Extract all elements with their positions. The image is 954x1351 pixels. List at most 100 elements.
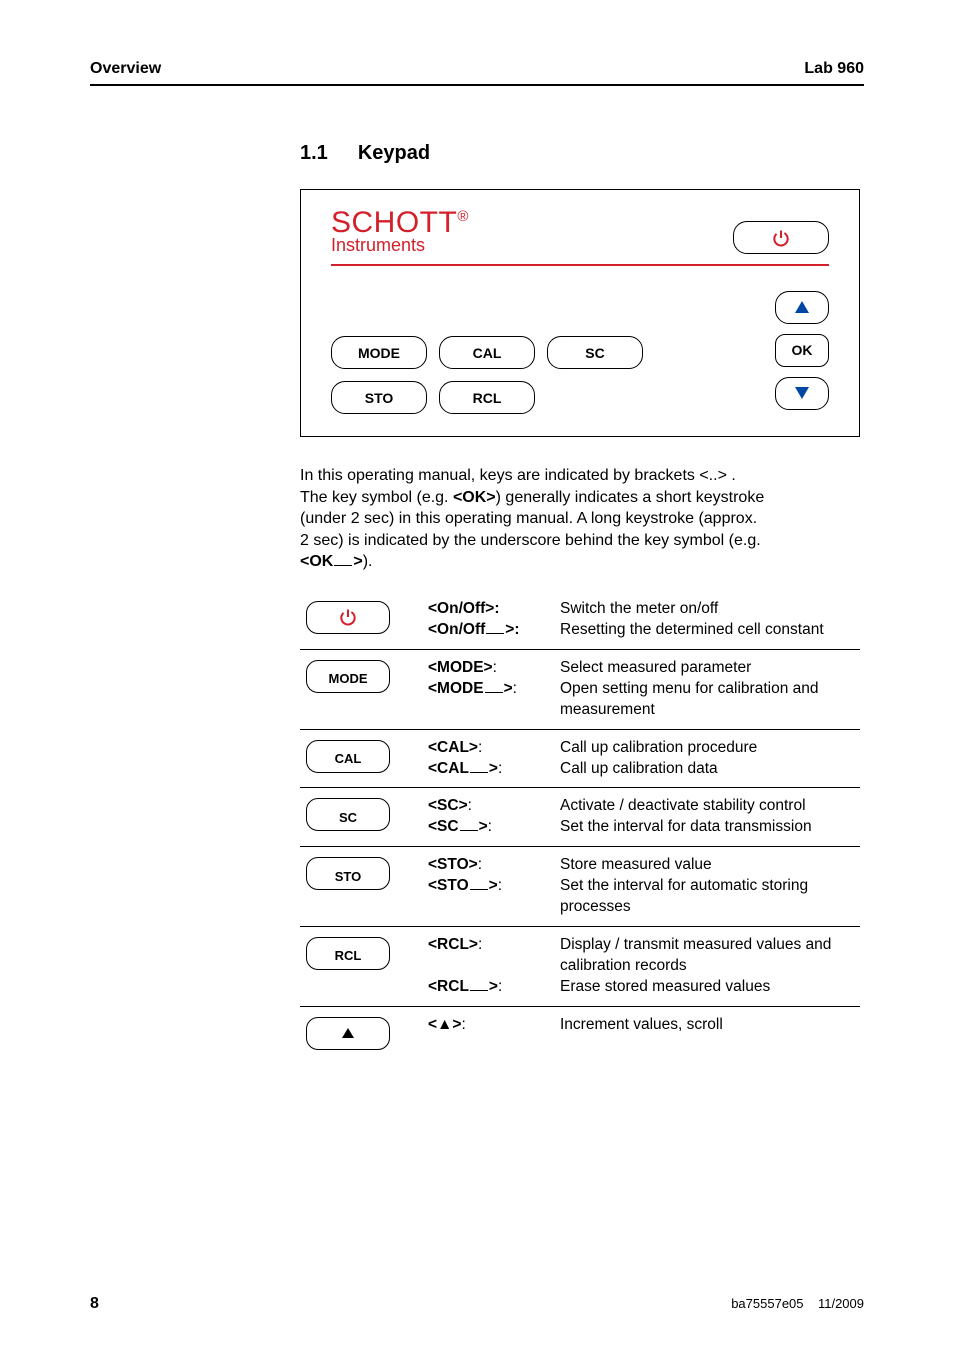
para-line1: In this operating manual, keys are indic… [300, 467, 736, 484]
mini-key-label: RCL [335, 947, 362, 965]
key-function-table: <On/Off>: <On/Off>: Switch the meter on/… [300, 591, 860, 1058]
sto-button[interactable]: STO [331, 381, 427, 414]
doc-id-code: ba75557e05 [731, 1296, 803, 1311]
section-number: 1.1 [300, 142, 328, 165]
cal-button-label: CAL [473, 345, 502, 361]
desc-long: Open setting menu for calibration and me… [560, 680, 819, 718]
table-row: <On/Off>: <On/Off>: Switch the meter on/… [300, 591, 860, 649]
rcl-button[interactable]: RCL [439, 381, 535, 414]
symbol-long-post: > [489, 877, 498, 894]
up-key-icon [306, 1017, 390, 1050]
brand-logo: SCHOTT® Instruments [331, 208, 469, 254]
mode-button-label: MODE [358, 345, 400, 361]
section-title: Keypad [358, 142, 430, 165]
symbol-long-pre: <MODE [428, 680, 484, 697]
intro-paragraph: In this operating manual, keys are indic… [300, 465, 860, 573]
sto-key-icon: STO [306, 857, 390, 890]
desc-short: Display / transmit measured values and c… [560, 936, 831, 974]
para-l3: (under 2 sec) in this operating manual. … [300, 510, 757, 527]
keypad-diagram: SCHOTT® Instruments MODE CAL SC S [300, 189, 860, 437]
desc-long: Call up calibration data [560, 760, 718, 777]
symbol-long-post: > [489, 760, 498, 777]
underscore-icon [470, 889, 488, 890]
sc-button-label: SC [585, 345, 604, 361]
desc-short: Activate / deactivate stability control [560, 797, 806, 814]
rcl-key-icon: RCL [306, 937, 390, 970]
symbol-long-pre: <CAL [428, 760, 469, 777]
symbol-long-pre: <SC [428, 818, 459, 835]
section-heading: 1.1 Keypad [300, 142, 864, 165]
header-left: Overview [90, 60, 161, 78]
desc-long: Resetting the determined cell constant [560, 621, 824, 638]
triangle-up-icon [342, 1028, 354, 1038]
desc-short: Select measured parameter [560, 659, 751, 676]
cal-button[interactable]: CAL [439, 336, 535, 369]
symbol-long-pre: <STO [428, 877, 469, 894]
symbol-long-pre: <RCL [428, 978, 469, 995]
underscore-icon [486, 633, 504, 634]
underscore-icon [334, 565, 352, 566]
rcl-button-label: RCL [473, 390, 502, 406]
para-l2c: ) generally indicates a short keystroke [496, 489, 765, 506]
ok-button[interactable]: OK [775, 334, 829, 367]
power-button[interactable] [733, 221, 829, 254]
symbol-short: <On/Off>: [428, 600, 499, 617]
underscore-icon [485, 692, 503, 693]
underscore-icon [460, 830, 478, 831]
brand-divider [331, 264, 829, 266]
desc-short: Call up calibration procedure [560, 739, 757, 756]
page-number: 8 [90, 1295, 99, 1313]
mini-key-label: MODE [329, 670, 368, 688]
symbol-long-pre: <On/Off [428, 621, 485, 638]
para-l5b: > [353, 553, 362, 570]
mode-button[interactable]: MODE [331, 336, 427, 369]
power-icon [338, 607, 358, 627]
symbol-short: <SC> [428, 797, 468, 814]
doc-id: ba75557e05 11/2009 [731, 1296, 864, 1311]
mini-key-label: STO [335, 868, 362, 886]
desc-short: Increment values, scroll [560, 1016, 723, 1033]
symbol-short: <STO> [428, 856, 478, 873]
table-row: STO <STO>: <STO>: Store measured value S… [300, 847, 860, 927]
symbol-long-post: > [479, 818, 488, 835]
para-l5c: ). [363, 553, 373, 570]
sto-button-label: STO [365, 390, 394, 406]
para-l4: 2 sec) is indicated by the underscore be… [300, 532, 761, 549]
symbol-long-post: >: [505, 621, 519, 638]
table-row: RCL <RCL>: <RCL>: Display / transmit mea… [300, 927, 860, 1007]
registered-mark: ® [457, 208, 469, 225]
sc-button[interactable]: SC [547, 336, 643, 369]
desc-short: Store measured value [560, 856, 712, 873]
symbol-long-post: > [489, 978, 498, 995]
mini-key-label: CAL [335, 750, 362, 768]
para-l2a: The key symbol (e.g. [300, 489, 453, 506]
para-l5a: <OK [300, 553, 333, 570]
desc-long: Erase stored measured values [560, 978, 770, 995]
desc-short: Switch the meter on/off [560, 600, 718, 617]
desc-long: Set the interval for data transmission [560, 818, 812, 835]
up-button[interactable] [775, 291, 829, 324]
symbol-short: <▲> [428, 1016, 461, 1033]
underscore-icon [470, 990, 488, 991]
symbol-short: <RCL> [428, 936, 478, 953]
power-key-icon [306, 601, 390, 634]
mini-key-label: SC [339, 809, 357, 827]
sc-key-icon: SC [306, 798, 390, 831]
table-row: MODE <MODE>: <MODE>: Select measured par… [300, 649, 860, 729]
down-button[interactable] [775, 377, 829, 410]
power-icon [771, 228, 791, 248]
para-l2b: <OK> [453, 489, 496, 506]
table-row: SC <SC>: <SC>: Activate / deactivate sta… [300, 788, 860, 847]
triangle-down-icon [795, 387, 809, 399]
page-header: Overview Lab 960 [90, 60, 864, 86]
cal-key-icon: CAL [306, 740, 390, 773]
symbol-short: <CAL> [428, 739, 478, 756]
table-row: CAL <CAL>: <CAL>: Call up calibration pr… [300, 729, 860, 788]
ok-button-label: OK [792, 342, 813, 358]
table-row: <▲>: Increment values, scroll [300, 1006, 860, 1058]
underscore-icon [470, 772, 488, 773]
page-footer: 8 ba75557e05 11/2009 [90, 1295, 864, 1313]
symbol-long-post: > [504, 680, 513, 697]
desc-long: Set the interval for automatic storing p… [560, 877, 808, 915]
mode-key-icon: MODE [306, 660, 390, 693]
